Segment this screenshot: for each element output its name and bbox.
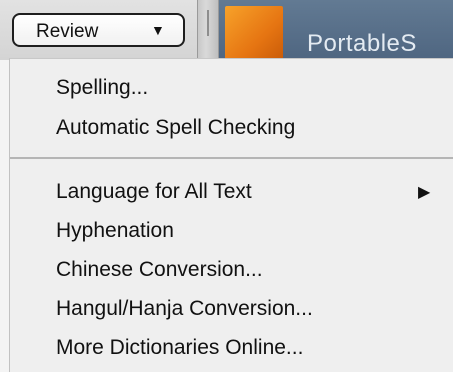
menu-item-hyphenation[interactable]: Hyphenation — [56, 214, 436, 248]
menu-item-chinese-conversion[interactable]: Chinese Conversion... — [56, 253, 436, 287]
chevron-down-icon: ▼ — [151, 22, 165, 38]
menu-item-spelling[interactable]: Spelling... — [56, 71, 436, 105]
menu-item-language-for-all-text[interactable]: Language for All Text — [56, 175, 436, 209]
document-title: PortableS — [307, 30, 417, 57]
toolbar-splitter[interactable] — [197, 0, 219, 62]
document-thumbnail — [225, 6, 283, 62]
review-menu: Spelling... Automatic Spell Checking Lan… — [9, 58, 453, 372]
menu-item-automatic-spell-checking[interactable]: Automatic Spell Checking — [56, 111, 436, 145]
grip-line — [207, 10, 209, 36]
review-popup-button[interactable]: Review ▼ — [12, 13, 185, 47]
menu-item-more-dictionaries-online[interactable]: More Dictionaries Online... — [56, 331, 436, 365]
submenu-arrow-icon: ▶ — [418, 184, 431, 201]
review-popup-label: Review — [36, 21, 99, 42]
menu-item-hangul-hanja-conversion[interactable]: Hangul/Hanja Conversion... — [56, 292, 436, 326]
menu-separator — [10, 157, 453, 159]
document-preview: PortableS — [219, 0, 453, 62]
